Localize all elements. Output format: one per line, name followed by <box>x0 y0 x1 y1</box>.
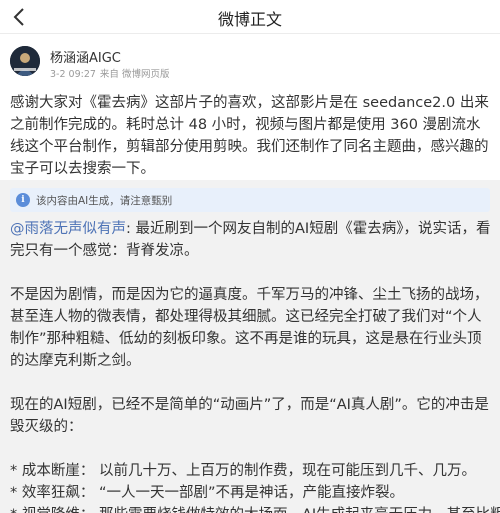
page-title: 微博正文 <box>217 10 282 29</box>
ai-generated-notice: i 该内容由AI生成，请注意甄别 <box>10 188 490 212</box>
author-header: 杨涵涵AIGC 3-2 09:27 来自 微博网页版 <box>10 46 490 82</box>
bullet-item: * 效率狂飙： “一人一天一部剧”不再是神话，产能直接炸裂。 <box>10 485 404 501</box>
repost-paragraph-1: 不是因为剧情，而是因为它的逼真度。千军万马的冲锋、尘土飞扬的战场，甚至连人物的微… <box>10 287 489 369</box>
ai-notice-text: 该内容由AI生成，请注意甄别 <box>36 195 173 207</box>
top-nav-bar: 微博正文 <box>0 0 500 34</box>
repost-intro: @雨落无声似有声: 最近刷到一个网友自制的AI短剧《霍去病》，说实话，看完只有一… <box>10 218 492 262</box>
avatar[interactable] <box>10 46 40 76</box>
author-name[interactable]: 杨涵涵AIGC <box>50 47 121 66</box>
bullet-item: * 成本断崖： 以前几十万、上百万的制作费，现在可能压到几千、几万。 <box>10 463 476 479</box>
post-meta: 3-2 09:27 来自 微博网页版 <box>50 66 173 80</box>
repost-paragraph-2: 现在的AI短剧，已经不是简单的“动画片”了，而是“AI真人剧”。它的冲击是毁灭级… <box>10 397 489 435</box>
post-body: 感谢大家对《霍去病》这部片子的喜欢，这部影片是在 seedance2.0 出来之… <box>10 95 489 177</box>
post-source: 来自 微博网页版 <box>99 69 170 80</box>
reposted-content[interactable]: i 该内容由AI生成，请注意甄别 @雨落无声似有声: 最近刷到一个网友自制的AI… <box>0 180 500 513</box>
post-date: 3-2 09:27 <box>50 69 96 80</box>
mention-link[interactable]: @雨落无声似有声 <box>10 221 126 237</box>
info-icon: i <box>16 193 30 207</box>
bullet-item: * 视觉降维： 那些需要烧钱做特效的大场面，AI生成起来毫无压力，甚至比粗糙 <box>10 504 500 513</box>
